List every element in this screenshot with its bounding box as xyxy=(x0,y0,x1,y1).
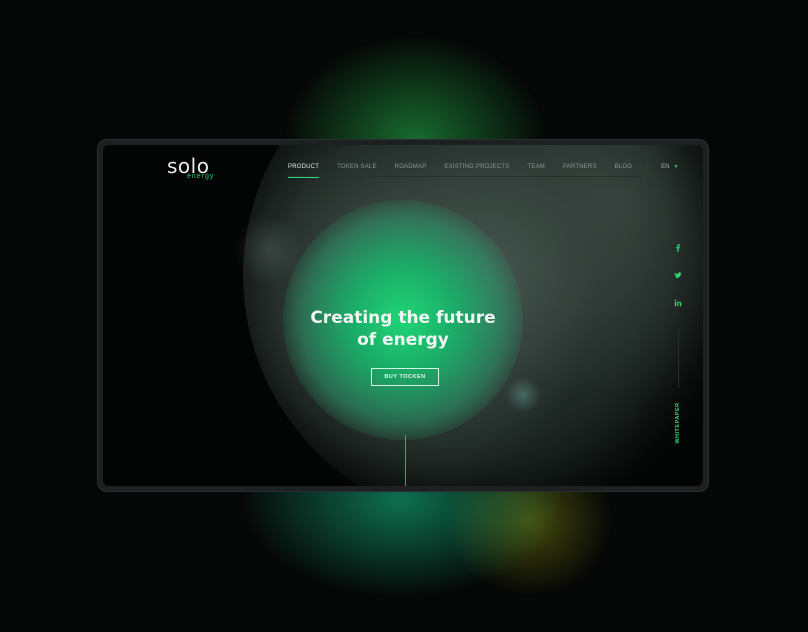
logo[interactable]: solo energy xyxy=(167,154,223,180)
hero-headline: Creating the future of energy xyxy=(303,307,503,351)
nav-item-product[interactable]: PRODUCT xyxy=(288,164,320,178)
nav-item-partners[interactable]: PARTNERS xyxy=(563,164,597,170)
nav-divider xyxy=(646,162,648,172)
nav-underline xyxy=(288,176,641,177)
logo-subtitle: energy xyxy=(187,173,215,180)
linkedin-icon[interactable] xyxy=(674,299,682,307)
nav-item-existing-projects[interactable]: EXISTING PROJECTS xyxy=(444,164,509,170)
nav-item-token-sale[interactable]: TOKEN SALE xyxy=(337,164,377,170)
language-selector[interactable]: EN ▼ xyxy=(661,164,678,170)
nav-item-roadmap[interactable]: ROADMAP xyxy=(395,164,427,170)
scroll-indicator-line xyxy=(405,435,406,486)
nav-item-team[interactable]: TEAM xyxy=(527,164,544,170)
buy-token-button[interactable]: BUY TOCKEN xyxy=(371,368,439,386)
headline-line-2: of energy xyxy=(357,330,449,350)
side-divider xyxy=(678,328,679,388)
main-nav: PRODUCT TOKEN SALE ROADMAP EXISTING PROJ… xyxy=(288,159,678,178)
headline-line-1: Creating the future xyxy=(310,308,496,328)
lens-flare-small xyxy=(505,377,541,413)
nav-item-blog[interactable]: BLOG xyxy=(615,164,632,170)
facebook-icon[interactable] xyxy=(674,244,682,252)
whitepaper-link[interactable]: WHITEPAPER xyxy=(675,388,685,458)
caret-down-icon: ▼ xyxy=(673,164,679,170)
website-screen: solo energy PRODUCT TOKEN SALE ROADMAP E… xyxy=(103,145,703,486)
language-label: EN xyxy=(661,164,670,170)
twitter-icon[interactable] xyxy=(674,271,682,279)
